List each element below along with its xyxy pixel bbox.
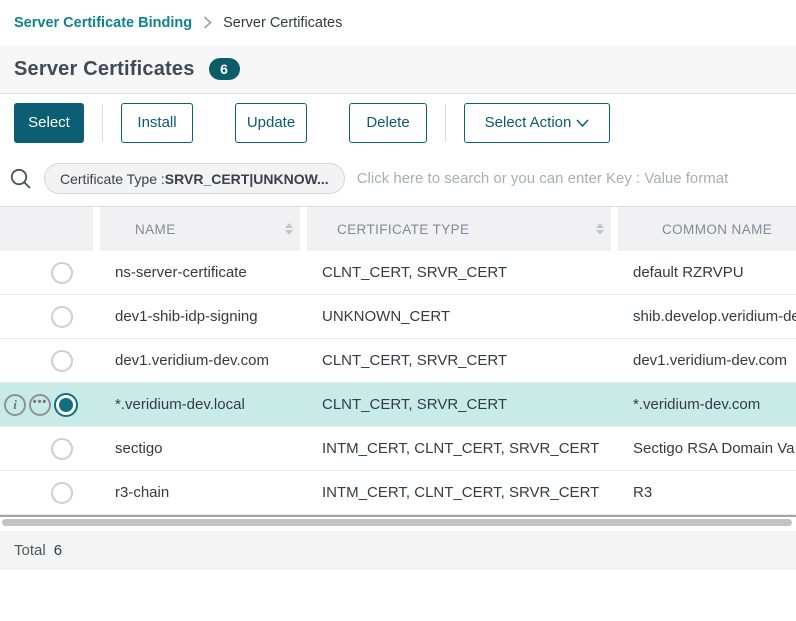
cell-common-name: Sectigo RSA Domain Va	[618, 440, 796, 457]
toolbar-divider	[102, 104, 103, 142]
cell-name: sectigo	[100, 440, 307, 457]
total-value: 6	[54, 542, 62, 559]
cell-common-name: *.veridium-dev.com	[618, 396, 796, 413]
radio-button[interactable]	[51, 262, 73, 284]
table-header-row: NAME CERTIFICATE TYPE COMMON NAME	[0, 207, 796, 251]
radio-button-checked[interactable]	[54, 393, 78, 417]
search-icon	[8, 166, 34, 192]
chevron-right-icon	[203, 16, 212, 29]
breadcrumb-current: Server Certificates	[223, 15, 342, 31]
filter-chip-key: Certificate Type :	[60, 171, 165, 187]
toolbar-divider	[445, 104, 446, 142]
cell-name: ns-server-certificate	[100, 264, 307, 281]
cell-name: *.veridium-dev.local	[100, 396, 307, 413]
install-button[interactable]: Install	[121, 103, 193, 143]
update-button[interactable]: Update	[235, 103, 307, 143]
column-header-common-name[interactable]: COMMON NAME	[618, 207, 796, 251]
column-header-label: COMMON NAME	[618, 222, 772, 237]
radio-button[interactable]	[51, 482, 73, 504]
page-title: Server Certificates	[14, 58, 195, 81]
table-body: ns-server-certificate CLNT_CERT, SRVR_CE…	[0, 251, 796, 515]
table-row[interactable]: ns-server-certificate CLNT_CERT, SRVR_CE…	[0, 251, 796, 295]
cell-certificate-type: INTM_CERT, CLNT_CERT, SRVR_CERT	[307, 484, 618, 501]
page-header: Server Certificates 6	[0, 45, 796, 94]
cell-certificate-type: CLNT_CERT, SRVR_CERT	[307, 396, 618, 413]
cell-certificate-type: UNKNOWN_CERT	[307, 308, 618, 325]
column-header-name[interactable]: NAME	[100, 207, 300, 251]
cell-common-name: default RZRVPU	[618, 264, 796, 281]
column-header-label: NAME	[100, 222, 176, 237]
radio-button[interactable]	[51, 438, 73, 460]
cell-common-name: R3	[618, 484, 796, 501]
cell-common-name: shib.develop.veridium-de	[618, 308, 796, 325]
table-row[interactable]: dev1.veridium-dev.com CLNT_CERT, SRVR_CE…	[0, 339, 796, 383]
cell-name: dev1.veridium-dev.com	[100, 352, 307, 369]
toolbar: Select Install Update Delete Select Acti…	[0, 94, 796, 151]
breadcrumb: Server Certificate Binding Server Certif…	[0, 0, 796, 45]
cell-certificate-type: CLNT_CERT, SRVR_CERT	[307, 352, 618, 369]
search-bar: Certificate Type : SRVR_CERT|UNKNOW...	[0, 151, 796, 207]
table-footer: Total 6	[0, 531, 796, 570]
column-header-certificate-type[interactable]: CERTIFICATE TYPE	[307, 207, 611, 251]
scrollbar-thumb[interactable]	[2, 519, 792, 526]
select-button[interactable]: Select	[14, 103, 84, 143]
table-header-gutter	[0, 207, 93, 251]
filter-chip-value: SRVR_CERT|UNKNOW...	[165, 171, 329, 187]
search-input[interactable]	[357, 170, 796, 187]
total-label: Total	[14, 542, 46, 559]
delete-button[interactable]: Delete	[349, 103, 427, 143]
count-badge: 6	[209, 58, 240, 80]
cell-certificate-type: INTM_CERT, CLNT_CERT, SRVR_CERT	[307, 440, 618, 457]
table-row[interactable]: dev1-shib-idp-signing UNKNOWN_CERT shib.…	[0, 295, 796, 339]
table-row-selected[interactable]: i ••• *.veridium-dev.local CLNT_CERT, SR…	[0, 383, 796, 427]
cell-common-name: dev1.veridium-dev.com	[618, 352, 796, 369]
cell-certificate-type: CLNT_CERT, SRVR_CERT	[307, 264, 618, 281]
select-action-label: Select Action	[485, 114, 572, 131]
table-row[interactable]: r3-chain INTM_CERT, CLNT_CERT, SRVR_CERT…	[0, 471, 796, 515]
sort-arrows-icon[interactable]	[285, 223, 293, 235]
filter-chip-certificate-type[interactable]: Certificate Type : SRVR_CERT|UNKNOW...	[44, 163, 345, 194]
info-icon[interactable]: i	[4, 394, 26, 416]
cell-name: r3-chain	[100, 484, 307, 501]
horizontal-scrollbar[interactable]	[0, 517, 796, 531]
radio-button[interactable]	[51, 350, 73, 372]
column-header-label: CERTIFICATE TYPE	[307, 222, 469, 237]
sort-arrows-icon[interactable]	[596, 223, 604, 235]
table-row[interactable]: sectigo INTM_CERT, CLNT_CERT, SRVR_CERT …	[0, 427, 796, 471]
radio-button[interactable]	[51, 306, 73, 328]
breadcrumb-link-server-certificate-binding[interactable]: Server Certificate Binding	[14, 15, 192, 31]
cell-name: dev1-shib-idp-signing	[100, 308, 307, 325]
chevron-down-icon	[576, 119, 589, 127]
select-action-dropdown[interactable]: Select Action	[464, 103, 610, 143]
ellipsis-icon[interactable]: •••	[29, 394, 51, 416]
